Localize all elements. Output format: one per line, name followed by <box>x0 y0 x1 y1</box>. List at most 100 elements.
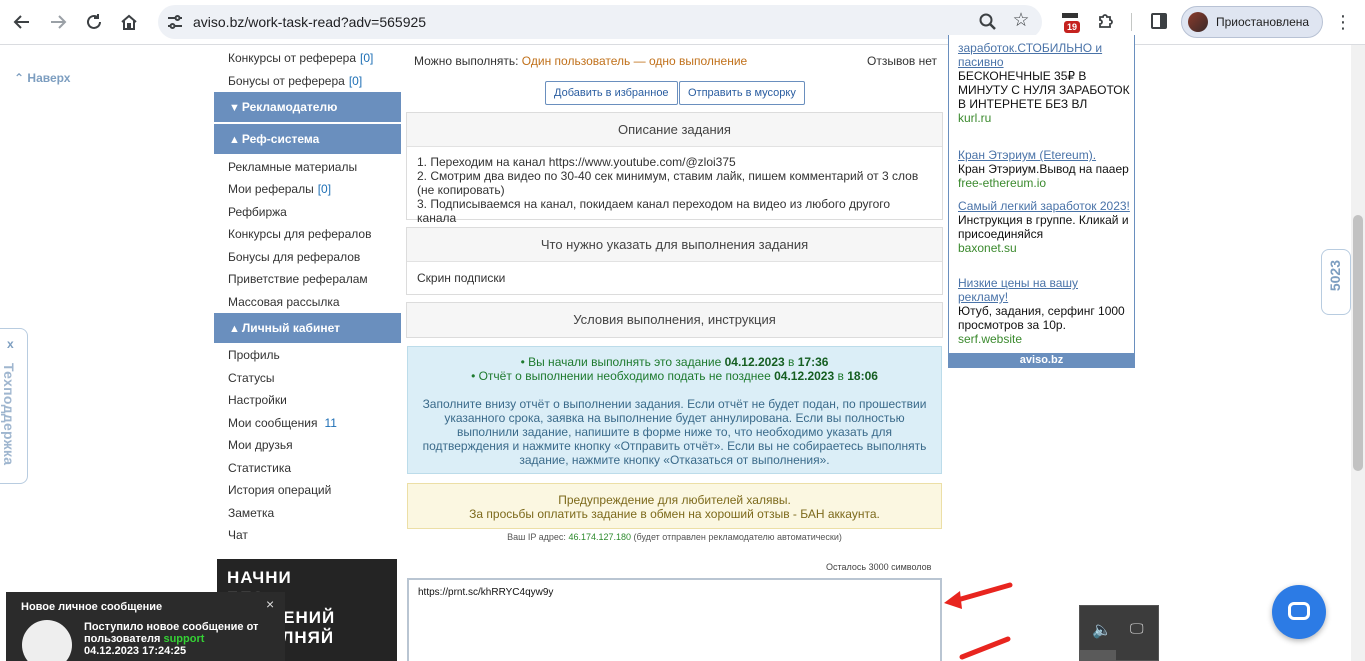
message-notification[interactable]: Новое личное сообщение × Поступило новое… <box>6 592 285 661</box>
freeloader-warning: Предупреждение для любителей халявы. За … <box>407 483 942 529</box>
page: ⌃ Наверх x Техподдержка Конкурсы от рефе… <box>0 35 1365 661</box>
ad-title[interactable]: Кран Этэриум (Etereum). <box>958 148 1130 162</box>
menu-item-referrer-contests[interactable]: Конкурсы от реферера [0] <box>228 51 373 65</box>
browser-toolbar: aviso.bz/work-task-read?adv=565925 ☆ 19 … <box>0 0 1365 45</box>
side-counter-value: 5023 <box>1327 260 1343 292</box>
required-section: Что нужно указать для выполнения задания… <box>406 227 943 295</box>
side-panel-icon[interactable] <box>1151 13 1167 29</box>
started-in: в <box>788 355 795 369</box>
menu-item-referrer-bonuses[interactable]: Бонусы от реферера [0] <box>228 74 362 88</box>
menu-item-my-referrals[interactable]: Мои рефералы [0] <box>228 182 331 196</box>
menu-item-label: Профиль <box>228 348 280 362</box>
menu-item-label: Мои рефералы <box>228 182 314 196</box>
menu-item-label: Приветствие рефералам <box>228 272 368 286</box>
site-settings-icon[interactable] <box>166 13 184 31</box>
url-text[interactable]: aviso.bz/work-task-read?adv=565925 <box>193 14 426 30</box>
warning-text: За просьбы оплатить задание в обмен на х… <box>469 507 880 521</box>
support-tab[interactable]: x Техподдержка <box>0 328 28 484</box>
description-head: Описание задания <box>407 113 942 147</box>
notification-sender[interactable]: support <box>163 633 204 645</box>
required-body: Скрин подписки <box>407 262 942 294</box>
menu-item-label: Статистика <box>228 461 292 475</box>
menu-item-chat[interactable]: Чат <box>228 528 248 542</box>
ad-title[interactable]: Низкие цены на вашу рекламу! <box>958 276 1130 304</box>
back-to-top-label: Наверх <box>27 71 71 85</box>
profile-button[interactable]: Приостановлена <box>1181 6 1323 38</box>
menu-item-label: Рефбиржа <box>228 205 287 219</box>
profile-label: Приостановлена <box>1216 15 1310 29</box>
started-date: 04.12.2023 <box>724 355 785 369</box>
menu-head-label: Рекламодателю <box>241 100 338 114</box>
ad-title[interactable]: Самый легкий заработок 2023! <box>958 199 1130 213</box>
menu-head-advertiser[interactable]: ▼ Рекламодателю <box>214 92 401 122</box>
network-monitor-icon[interactable]: 🖵 <box>1130 620 1144 637</box>
ip-note: (будет отправлен рекламодателю автоматич… <box>633 532 842 542</box>
extension-icon[interactable]: 19 <box>1060 9 1084 35</box>
extensions-puzzle-icon[interactable] <box>1096 11 1116 31</box>
menu-item-ref-contests[interactable]: Конкурсы для рефералов <box>228 227 371 241</box>
address-bar[interactable]: aviso.bz/work-task-read?adv=565925 ☆ <box>158 5 1042 39</box>
support-tab-label: Техподдержка <box>1 363 17 466</box>
send-trash-button[interactable]: Отправить в мусорку <box>679 81 805 105</box>
ad-url: free-ethereum.io <box>958 176 1047 190</box>
menu-item-label: Мои друзья <box>228 438 293 452</box>
profile-avatar <box>1188 12 1208 32</box>
menu-item-history[interactable]: История операций <box>228 483 331 497</box>
ads-footer[interactable]: aviso.bz <box>948 353 1135 368</box>
menu-item-profile[interactable]: Профиль <box>228 348 280 362</box>
menu-item-statuses[interactable]: Статусы <box>228 371 275 385</box>
chat-button[interactable] <box>1272 585 1326 639</box>
ip-value: 46.174.127.180 <box>568 532 632 542</box>
forward-icon[interactable] <box>45 9 71 35</box>
menu-item-label: Конкурсы для рефералов <box>228 227 372 241</box>
conditions-head: Условия выполнения, инструкция <box>573 312 776 327</box>
menu-item-settings[interactable]: Настройки <box>228 393 287 407</box>
menu-item-ref-bonuses[interactable]: Бонусы для рефералов <box>228 250 360 264</box>
menu-item-note[interactable]: Заметка <box>228 506 274 520</box>
scrollbar-thumb[interactable] <box>1353 215 1363 471</box>
browser-menu-icon[interactable]: ⋮ <box>1333 10 1353 34</box>
side-counter-widget[interactable]: 5023 <box>1321 249 1351 315</box>
task-timing-info: • Вы начали выполнять это задание 04.12.… <box>407 346 942 474</box>
notification-title: Новое личное сообщение <box>21 601 163 613</box>
back-to-top-link[interactable]: ⌃ Наверх <box>14 71 70 85</box>
speaker-icon[interactable]: 🔈 <box>1092 620 1112 640</box>
home-icon[interactable] <box>116 9 142 35</box>
report-textarea[interactable]: https://prnt.sc/khRRYC4qyw9y <box>407 578 942 661</box>
required-head: Что нужно указать для выполнения задания <box>407 228 942 262</box>
ip-label: Ваш IP адрес: <box>507 532 566 542</box>
menu-item-friends[interactable]: Мои друзья <box>228 438 293 452</box>
banner-line: НАЧНИ <box>227 568 292 587</box>
deadline-label: • Отчёт о выполнении необходимо подать н… <box>471 369 771 383</box>
menu-item-label: Бонусы для рефералов <box>228 250 361 264</box>
back-icon[interactable] <box>9 9 35 35</box>
chars-left-counter: Осталось 3000 символов <box>826 562 932 572</box>
bookmark-star-icon[interactable]: ☆ <box>1010 10 1032 32</box>
menu-head-ref-system[interactable]: ▲ Реф-система <box>214 124 401 154</box>
conditions-section: Условия выполнения, инструкция <box>406 302 943 338</box>
menu-item-mass-mailing[interactable]: Массовая рассылка <box>228 295 340 309</box>
menu-item-ad-materials[interactable]: Рекламные материалы <box>228 160 357 174</box>
ad-text: Ютуб, задания, серфинг 1000 просмотров з… <box>958 304 1125 332</box>
ad-item[interactable]: заработок.СТОБИЛЬНО и пасивно БЕСКОНЕЧНЫ… <box>958 41 1130 125</box>
add-favorite-button[interactable]: Добавить в избранное <box>545 81 678 105</box>
ad-title[interactable]: заработок.СТОБИЛЬНО и пасивно <box>958 41 1130 69</box>
page-scrollbar[interactable] <box>1351 45 1365 661</box>
menu-item-messages[interactable]: Мои сообщения 11 <box>228 416 337 430</box>
ad-text: Инструкция в группе. Кликай и присоединя… <box>958 213 1129 241</box>
menu-item-count: 11 <box>324 416 337 430</box>
ad-item[interactable]: Низкие цены на вашу рекламу! Ютуб, задан… <box>958 276 1130 346</box>
support-close-icon[interactable]: x <box>7 337 14 351</box>
description-line: 2. Смотрим два видео по 30-40 сек миниму… <box>417 169 919 197</box>
reload-icon[interactable] <box>81 9 107 35</box>
menu-item-statistics[interactable]: Статистика <box>228 461 291 475</box>
ad-item[interactable]: Самый легкий заработок 2023! Инструкция … <box>958 199 1130 255</box>
menu-item-ref-greeting[interactable]: Приветствие рефералам <box>228 272 368 286</box>
reviews-count[interactable]: Отзывов нет <box>867 54 937 68</box>
close-icon[interactable]: × <box>266 596 274 612</box>
menu-head-cabinet[interactable]: ▲ Личный кабинет <box>214 313 401 343</box>
report-instructions: Заполните внизу отчёт о выполнении задан… <box>422 397 927 467</box>
zoom-icon[interactable] <box>978 12 998 32</box>
ad-item[interactable]: Кран Этэриум (Etereum). Кран Этэриум.Выв… <box>958 148 1130 190</box>
menu-item-ref-exchange[interactable]: Рефбиржа <box>228 205 287 219</box>
